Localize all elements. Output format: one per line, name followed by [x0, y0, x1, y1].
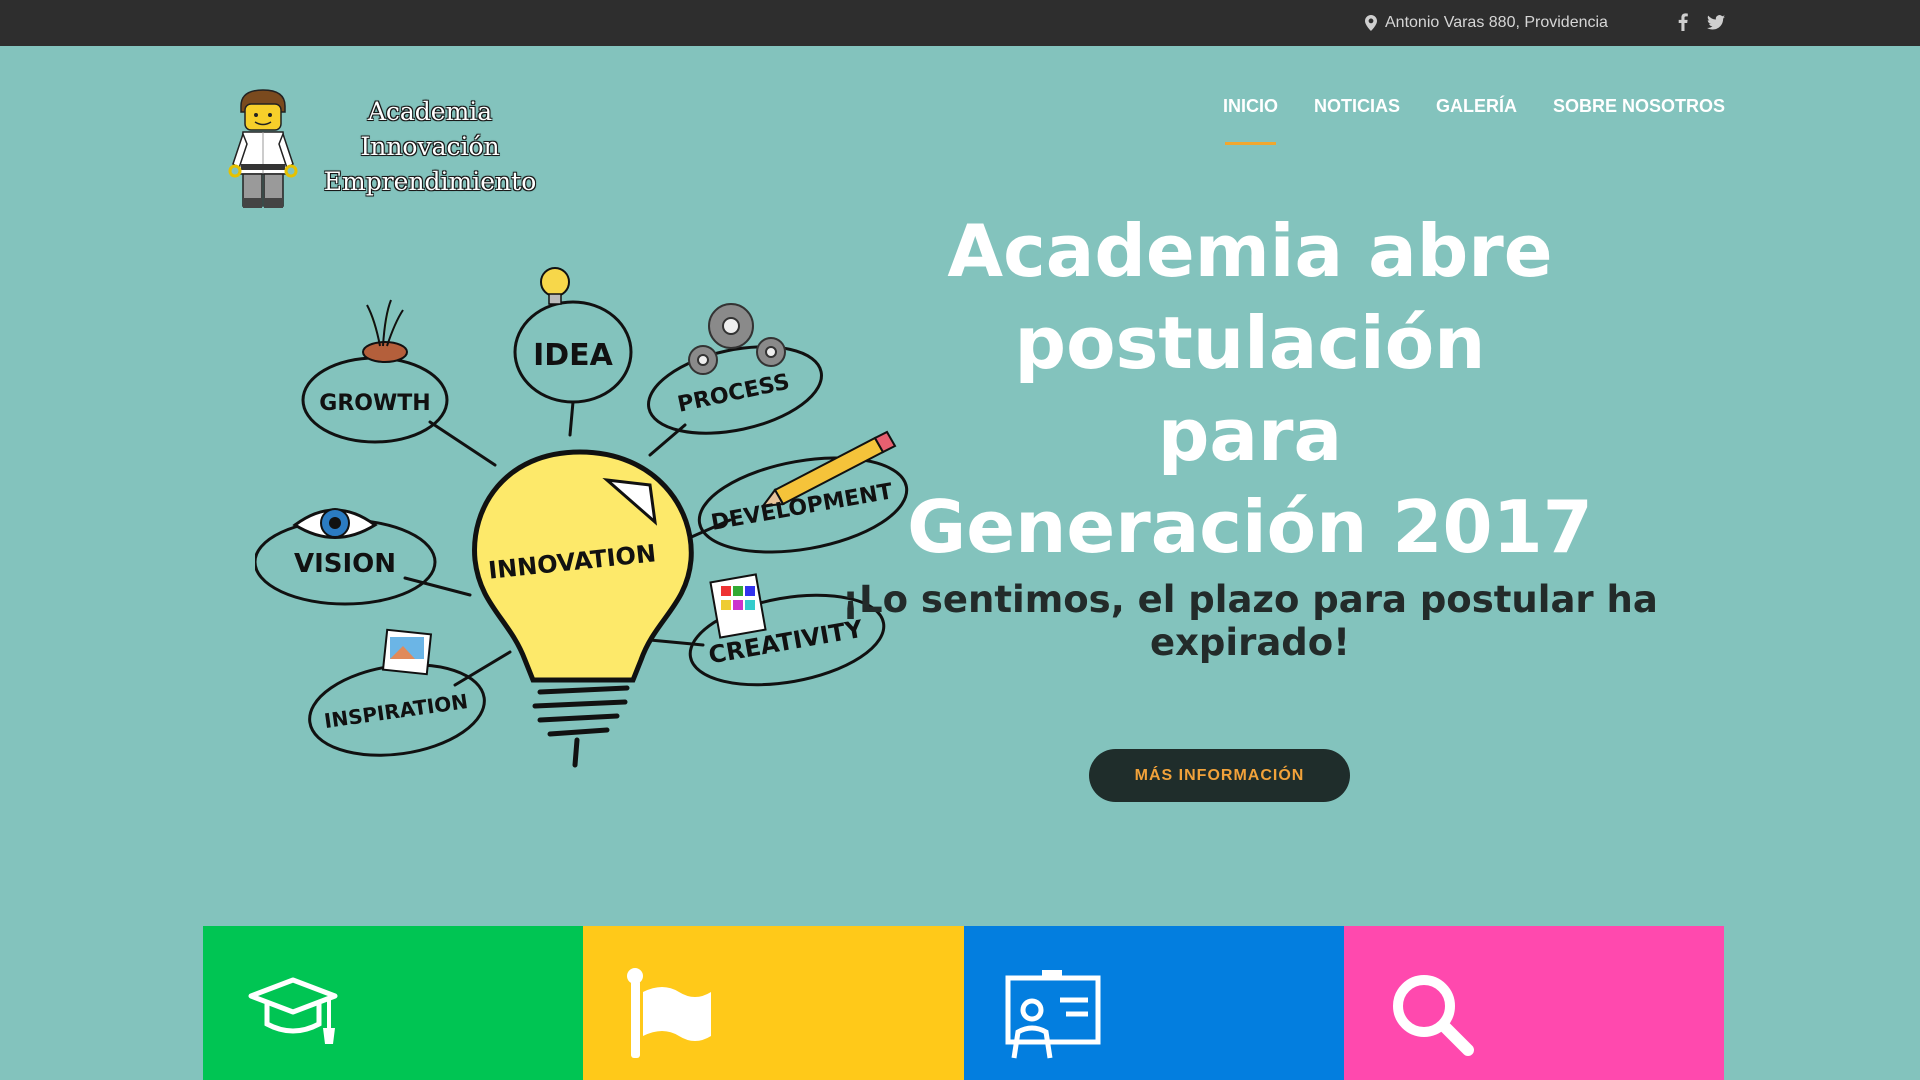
illus-word-idea: IDEA: [533, 338, 614, 373]
nav-item-noticias[interactable]: NOTICIAS: [1314, 96, 1400, 145]
lego-figure-icon: [228, 89, 298, 208]
hero-title: Academia abre postulación para Generació…: [735, 205, 1765, 573]
map-pin-icon: [1365, 15, 1377, 31]
teacher-board-icon: [1005, 970, 1100, 1059]
flag-icon: [627, 968, 712, 1058]
feature-boxes: [203, 926, 1724, 1080]
main-nav: INICIO NOTICIAS GALERÍA SOBRE NOSOTROS: [1200, 96, 1725, 145]
nav-item-galeria[interactable]: GALERÍA: [1436, 96, 1517, 145]
top-bar: Antonio Varas 880, Providencia: [0, 0, 1920, 46]
illus-word-vision: VISION: [294, 549, 396, 579]
hero-title-line-1: Academia abre postulación: [947, 209, 1553, 385]
logo-line-2: Innovación: [360, 132, 500, 161]
facebook-icon: [1678, 13, 1688, 31]
illus-word-inspiration: INSPIRATION: [323, 689, 470, 733]
twitter-icon: [1707, 14, 1725, 30]
feature-box-teaching[interactable]: [963, 926, 1344, 1080]
logo-line-1: Academia: [367, 97, 493, 126]
hero-title-line-2: para: [1157, 393, 1343, 477]
address: Antonio Varas 880, Providencia: [1365, 12, 1608, 34]
feature-box-education[interactable]: [203, 926, 584, 1080]
address-text: Antonio Varas 880, Providencia: [1385, 14, 1608, 31]
nav-item-inicio[interactable]: INICIO: [1223, 96, 1278, 145]
site-logo[interactable]: Academia Innovación Emprendimiento: [225, 86, 545, 211]
more-info-button[interactable]: MÁS INFORMACIÓN: [1089, 749, 1350, 802]
feature-box-goals[interactable]: [583, 926, 964, 1080]
eye-icon: [292, 508, 378, 539]
logo-text: Academia Innovación Emprendimiento: [310, 94, 550, 199]
logo-line-3: Emprendimiento: [323, 167, 537, 196]
hero-subtitle: ¡Lo sentimos, el plazo para postular ha …: [842, 578, 1658, 664]
twitter-link[interactable]: [1704, 10, 1728, 34]
picture-icon: [381, 628, 433, 676]
sprout-icon: [362, 299, 408, 363]
feature-box-research[interactable]: [1343, 926, 1724, 1080]
search-icon: [1392, 975, 1474, 1056]
graduation-cap-icon: [248, 977, 338, 1044]
facebook-link[interactable]: [1671, 10, 1695, 34]
idea-bulb-icon: [540, 267, 570, 305]
hero-title-line-3: Generación 2017: [907, 485, 1593, 569]
illus-word-growth: GROWTH: [319, 391, 430, 416]
nav-item-sobre-nosotros[interactable]: SOBRE NOSOTROS: [1553, 96, 1725, 145]
